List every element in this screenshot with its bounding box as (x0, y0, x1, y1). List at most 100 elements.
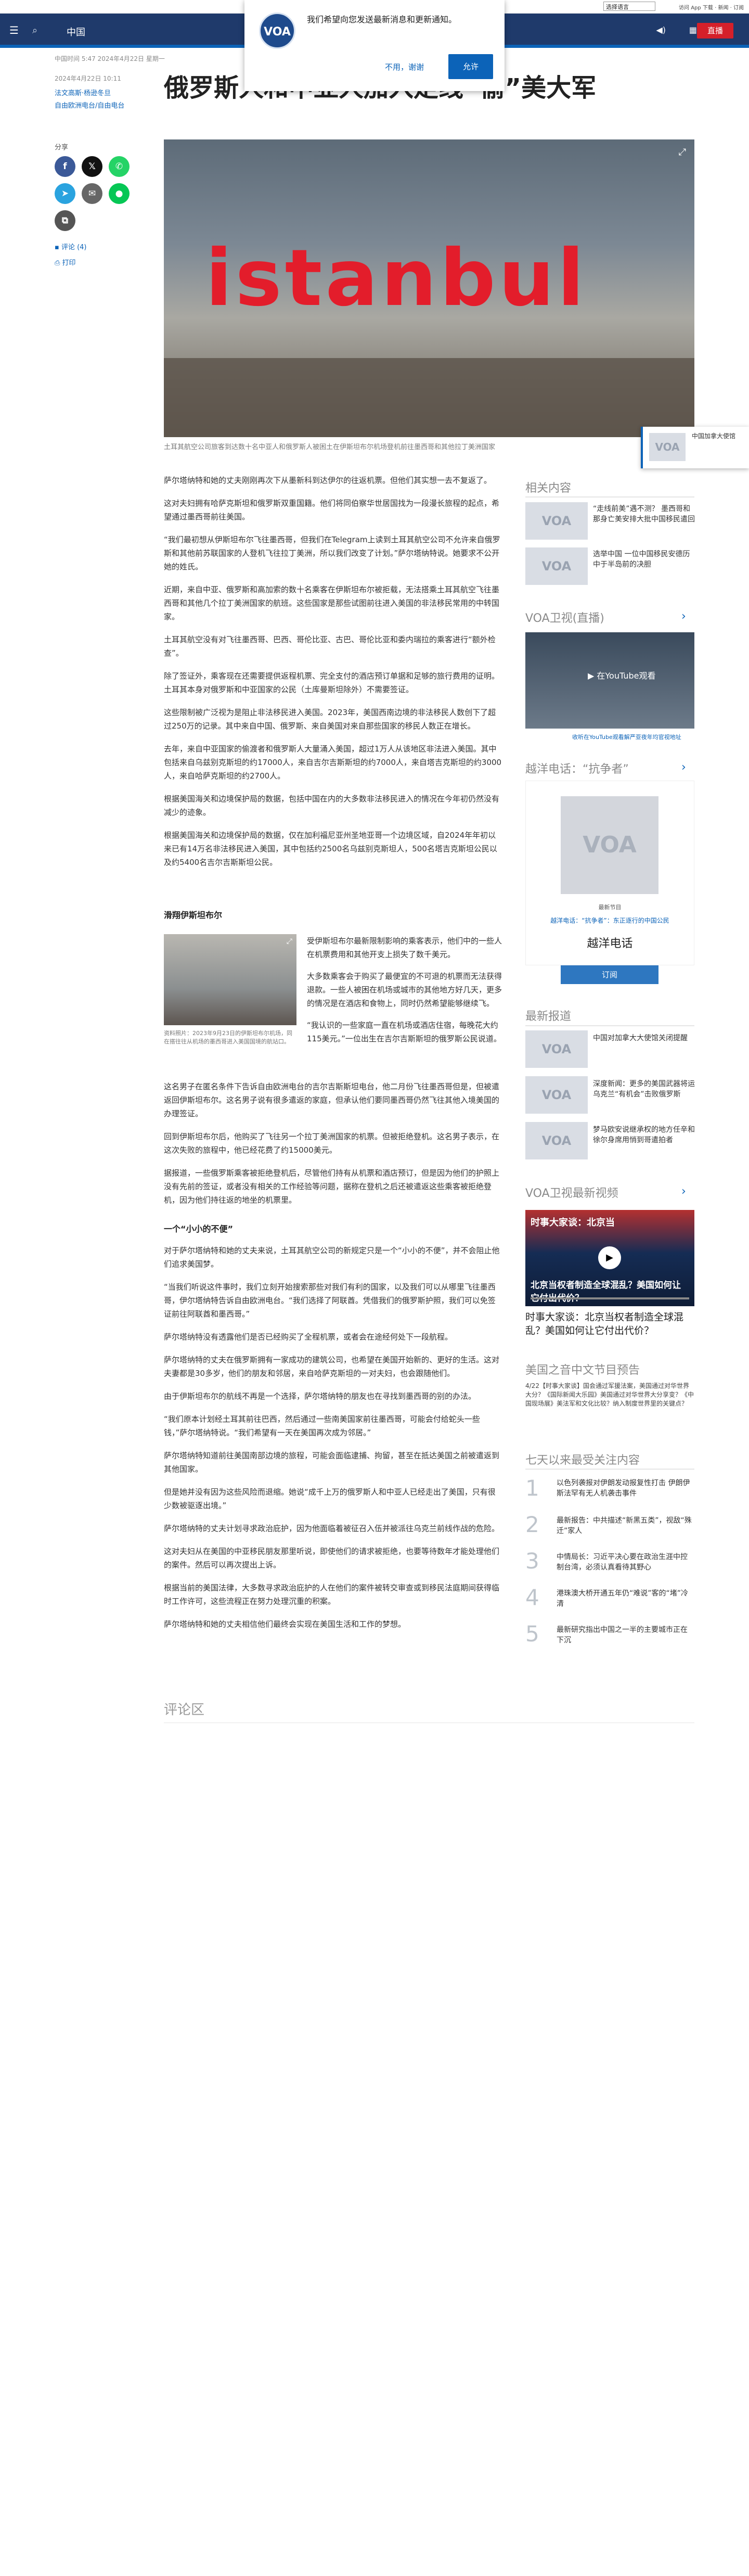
allow-button[interactable]: 允许 (448, 54, 493, 79)
chevron-right-icon[interactable]: › (681, 761, 686, 774)
x-twitter-icon[interactable]: 𝕏 (82, 156, 102, 177)
top-item[interactable]: 以色列袭报对伊朗发动报复性打击 伊朗伊斯法罕有无人机袭击事件 (557, 1478, 692, 1499)
decline-button[interactable]: 不用，谢谢 (385, 61, 424, 72)
radio-title: 越洋电话 (587, 937, 633, 950)
hero-sign-text: istanbul (205, 233, 587, 324)
radio-thumb[interactable]: VOA (561, 796, 658, 894)
paragraph: “我认识的一些家庭一直在机场或酒店住宿，每晚花大约115美元。”一位出生在吉尔吉… (307, 1021, 501, 1043)
line-icon[interactable]: ● (109, 183, 130, 204)
comments-link[interactable]: ▪ 评论 (4) (55, 241, 87, 251)
toast-logo: VOA (649, 433, 686, 461)
live-video[interactable]: ▶ 在YouTube观看 (525, 632, 694, 729)
radio-episode-link[interactable]: 越洋电话：“抗争者”：东正逐行的中国公民 (525, 916, 694, 925)
latest-item[interactable]: 梦马欧安说继承权的地方任辛和徐尔身席用悄到哥遣拍者 (593, 1125, 697, 1145)
program-text: 4/22【时事大家谈】国会通过军援法案，美国通过对华世界大分？《国际新闻大乐园》… (525, 1382, 694, 1407)
paragraph: “我们原本计划经土耳其前往巴西，然后通过一些南美国家前往墨西哥，可能会付给蛇头一… (164, 1414, 480, 1437)
inline-caption: 资料照片：2023年9月23日的伊斯坦布尔机场，同在搭往往从机场的墨西哥进入美国… (164, 1030, 292, 1045)
video-heading[interactable]: VOA卫视最新视频 (525, 1184, 618, 1201)
related-item[interactable]: 选举中国 一位中国移民安德历中于半岛前的决胆 (593, 549, 697, 570)
published-time: 2024年4月22日 10:11 (55, 75, 121, 82)
telegram-icon[interactable]: ➤ (55, 183, 75, 204)
comments-link-label: 评论 (4) (61, 244, 87, 251)
live-heading[interactable]: VOA卫视(直播) (525, 609, 604, 626)
language-select[interactable]: 选择语言 (603, 2, 655, 11)
whatsapp-icon[interactable]: ✆ (109, 156, 130, 177)
audio-icon[interactable]: ◀) (656, 25, 666, 35)
paragraph: 萨尔塔纳特的丈夫在俄罗斯拥有一家成功的建筑公司，也希望在美国开始新的、更好的生活… (164, 1355, 500, 1378)
paragraph: 这名男子在匿名条件下告诉自由欧洲电台的吉尔吉斯斯坦电台，他二月份飞往墨西哥但是，… (164, 1082, 500, 1118)
rank-number: 5 (525, 1621, 539, 1647)
live-video-label-text: 在YouTube观看 (597, 671, 656, 681)
paragraph: 萨尔塔纳特没有透露他们是否已经购买了全程机票，或者会在途经何处下一段航程。 (164, 1332, 453, 1342)
facebook-icon[interactable]: f (55, 156, 75, 177)
top-item[interactable]: 最新研究指出中国之一半的主要城市正在下沉 (557, 1625, 692, 1646)
paragraph: “当我们听说这件事时，我们立刻开始搜索那些对我们有利的国家，以及我们可以从哪里飞… (164, 1282, 496, 1319)
subscribe-button[interactable]: 订阅 (561, 965, 658, 984)
latest-thumb[interactable]: VOA (525, 1030, 588, 1068)
paragraph: 根据美国海关和边境保护局的数据，包括中国在内的大多数非法移民进入的情况在今年初仍… (164, 794, 500, 817)
outlet-link[interactable]: 自由欧洲电台/自由电台 (55, 100, 124, 110)
menu-icon[interactable]: ☰ (9, 24, 19, 36)
news-toast[interactable]: VOA 中国加拿大使馆 (641, 427, 749, 468)
rank-number: 3 (525, 1548, 539, 1574)
latest-thumb[interactable]: VOA (525, 1076, 588, 1114)
paragraph: 这对夫妇拥有哈萨克斯坦和俄罗斯双重国籍。他们将同伯察华世居国找为一段漫长旅程的起… (164, 499, 500, 521)
hero-caption: 土耳其航空公司旅客到达数十名中亚人和俄罗斯人被困土在伊斯坦布尔机场登机前往墨西哥… (164, 443, 496, 451)
popup-message: 我们希望向您发送最新消息和更新通知。 (307, 15, 457, 24)
paragraph: 萨尔塔纳特的丈夫计划寻求政治庇护，因为他面临着被征召入伍并被派往乌克兰前线作战的… (164, 1524, 500, 1533)
live-video-label: ▶ 在YouTube观看 (588, 669, 655, 681)
toast-text: 中国加拿大使馆 (692, 432, 736, 440)
subhead-2: 一个“小小的不便” (164, 1224, 234, 1234)
updated-time: 中国时间 5:47 2024年4月22日 星期一 (55, 55, 165, 62)
top-item[interactable]: 港珠澳大桥开通五年仍“难说”客的“堵”冷清 (557, 1588, 692, 1609)
section-label[interactable]: 中国 (67, 25, 85, 39)
author-link[interactable]: 法文高斯·杨逊冬旦 (55, 87, 111, 97)
latest-heading[interactable]: 最新报道 (525, 1007, 571, 1024)
subhead-1: 滑翔伊斯坦布尔 (164, 910, 223, 920)
related-item[interactable]: “走线前美”遇不测？ 墨西哥和那身亡美安排大批中国移民遣回 (593, 504, 697, 525)
comment-icon: ▪ (55, 244, 61, 251)
related-heading[interactable]: 相关内容 (525, 479, 571, 495)
paragraph: 去年，来自中亚国家的偷渡者和俄罗斯人大量涌入美国，超过1万人从该地区非法进入美国… (164, 744, 502, 781)
live-caption[interactable]: 收听在YouTube观看解严亚夜年均官视地址 (572, 733, 681, 741)
rank-number: 2 (525, 1512, 539, 1537)
play-icon: ▶ (588, 671, 597, 681)
paragraph: 萨尔塔纳特和她的丈夫刚刚再次下从墨新科到达伊尔的往返机票。但他们其实想一去不复返… (164, 476, 492, 485)
comments-heading: 评论区 (164, 1702, 205, 1718)
program-heading[interactable]: 美国之音中文节目预告 (525, 1361, 640, 1378)
chevron-right-icon[interactable]: › (681, 1185, 686, 1198)
video-title[interactable]: 时事大家谈：北京当权者制造全球混乱？美国如何让它付出代价？ (525, 1310, 694, 1337)
play-icon[interactable]: ▶ (598, 1246, 621, 1269)
related-thumb[interactable]: VOA (525, 547, 588, 585)
top-item[interactable]: 最新报告：中共描述“新黑五类”，视敌“殊迁”家人 (557, 1515, 692, 1536)
latest-video[interactable]: 时事大家谈：北京当 ▶ 北京当权者制造全球混乱？美国如何让它付出代价？ (525, 1210, 694, 1306)
latest-item[interactable]: 中国对加拿大大使馆关闭提醒 (593, 1033, 697, 1043)
print-link[interactable]: ⎙ 打印 (55, 257, 76, 267)
utility-links[interactable]: 访问 App 下载 · 新闻 · 订阅 (679, 3, 744, 11)
search-icon[interactable]: ⌕ (32, 25, 37, 36)
top-item[interactable]: 中情局长：习近平决心要在政治生涯中控制台湾，必须认真看待其野心 (557, 1552, 692, 1573)
paragraph: 萨尔塔纳特知道前往美国南部边境的旅程，可能会面临逮捕、拘留，甚至在抵达美国之前被… (164, 1451, 500, 1474)
hero-image: istanbul ⤢ (164, 139, 694, 437)
paragraph: 除了签证外，乘客现在还需要提供返程机票、完全支付的酒店预订单据和足够的旅行费用的… (164, 671, 500, 694)
apps-grid-icon[interactable]: ▦ (689, 25, 697, 35)
paragraph: 大多数乘客会于购买了最便宜的不可退的机票而无法获得退款。一些人被困在机场或城市的… (307, 972, 502, 1008)
paragraph: 据报道，一些俄罗斯乘客被拒绝登机后，尽管他们持有从机票和酒店预订，但是因为他们的… (164, 1168, 500, 1205)
related-thumb[interactable]: VOA (525, 502, 588, 540)
email-icon[interactable]: ✉ (82, 183, 102, 204)
voa-logo: VOA (259, 12, 295, 49)
top-heading: 七天以来最受关注内容 (525, 1454, 640, 1467)
chevron-right-icon[interactable]: › (681, 610, 686, 623)
copy-link-icon[interactable]: ⧉ (55, 210, 75, 231)
live-button[interactable]: 直播 (697, 23, 733, 39)
paragraph: 但是她并没有因为这些风险而退缩。她说“成千上万的俄罗斯人和中亚人已经走出了美国，… (164, 1487, 496, 1510)
print-icon: ⎙ (55, 259, 62, 267)
video-progress[interactable] (531, 1297, 689, 1299)
latest-item[interactable]: 深度新闻：更多的美国武器将运乌克兰“有机会”击败俄罗斯 (593, 1079, 697, 1100)
expand-icon[interactable]: ⤢ (287, 937, 292, 946)
expand-icon[interactable]: ⤢ (679, 147, 686, 158)
radio-heading[interactable]: 越洋电话：“抗争者” (525, 760, 629, 776)
latest-thumb[interactable]: VOA (525, 1122, 588, 1159)
paragraph: 对于萨尔塔纳特和她的丈夫来说，土耳其航空公司的新规定只是一个“小小的不便”，并不… (164, 1246, 500, 1269)
paragraph: 这些限制被广泛视为是阻止非法移民进入美国。2023年，美国西南边境的非法移民人数… (164, 708, 496, 731)
